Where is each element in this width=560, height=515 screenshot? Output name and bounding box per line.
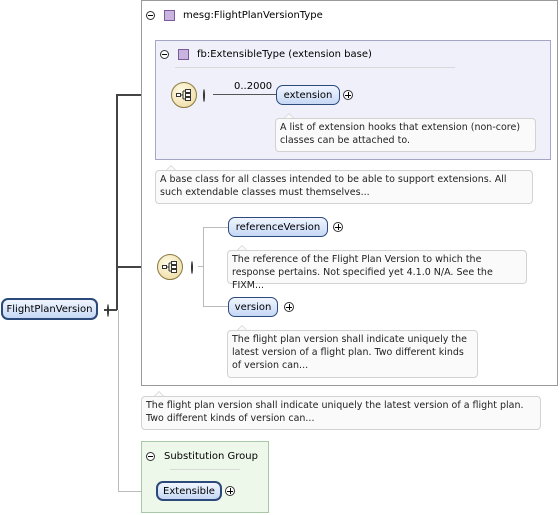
- base-panel-header: fb:ExtensibleType (extension base): [160, 46, 372, 62]
- header-divider: [170, 469, 240, 470]
- extension-note: A list of extension hooks that extension…: [275, 118, 536, 152]
- sequence-bracket-top: [203, 227, 228, 228]
- extension-label: extension: [283, 89, 333, 101]
- connector-root-stub: [104, 309, 117, 311]
- sequence-bracket: [203, 227, 204, 307]
- header-divider: [175, 67, 455, 68]
- base-panel-title: fb:ExtensibleType (extension base): [197, 48, 372, 60]
- substitution-group-header: Substitution Group: [146, 448, 258, 464]
- sequence-bracket-mid: [198, 266, 204, 267]
- root-element-label: FlightPlanVersion: [6, 303, 93, 315]
- type-panel-header: mesg:FlightPlanVersionType: [146, 7, 323, 23]
- reference-version-note: The reference of the Flight Plan Version…: [227, 250, 527, 291]
- collapse-icon[interactable]: [146, 451, 155, 461]
- connector-root-to-subst: [118, 310, 119, 491]
- reference-version-label: referenceVersion: [235, 221, 321, 233]
- type-icon: [178, 48, 189, 60]
- extensible-element[interactable]: Extensible: [156, 481, 222, 501]
- connector-root-to-base-seq: [116, 95, 118, 310]
- sequence-glyph: [176, 89, 191, 101]
- base-class-note: A base class for all classes intended to…: [155, 170, 533, 204]
- substitution-group-title: Substitution Group: [164, 450, 258, 462]
- version-element[interactable]: version: [228, 297, 278, 317]
- collapse-icon[interactable]: [146, 10, 155, 20]
- connector-to-extension: [213, 94, 276, 95]
- extension-element[interactable]: extension: [276, 85, 340, 105]
- expand-icon[interactable]: [284, 302, 294, 312]
- version-label: version: [234, 301, 272, 313]
- sequence-compositor-icon[interactable]: [171, 82, 197, 108]
- collapse-icon[interactable]: [160, 49, 169, 59]
- version-note: The flight plan version shall indicate u…: [227, 330, 478, 378]
- expand-icon[interactable]: [343, 90, 353, 100]
- collapse-icon[interactable]: [107, 304, 109, 317]
- sequence-bracket-bottom: [203, 306, 228, 307]
- type-panel-title: mesg:FlightPlanVersionType: [183, 9, 323, 21]
- collapse-icon[interactable]: [191, 261, 193, 274]
- expand-icon[interactable]: [333, 222, 343, 232]
- expand-icon[interactable]: [225, 486, 235, 496]
- collapse-icon[interactable]: [203, 89, 205, 102]
- root-note: The flight plan version shall indicate u…: [141, 396, 541, 430]
- cardinality-label: 0..2000: [234, 81, 273, 92]
- reference-version-element[interactable]: referenceVersion: [228, 217, 328, 237]
- sequence-compositor-icon[interactable]: [157, 254, 183, 280]
- sequence-glyph: [162, 261, 177, 273]
- type-icon: [164, 9, 175, 21]
- root-element[interactable]: FlightPlanVersion: [1, 298, 98, 320]
- extensible-label: Extensible: [163, 485, 215, 497]
